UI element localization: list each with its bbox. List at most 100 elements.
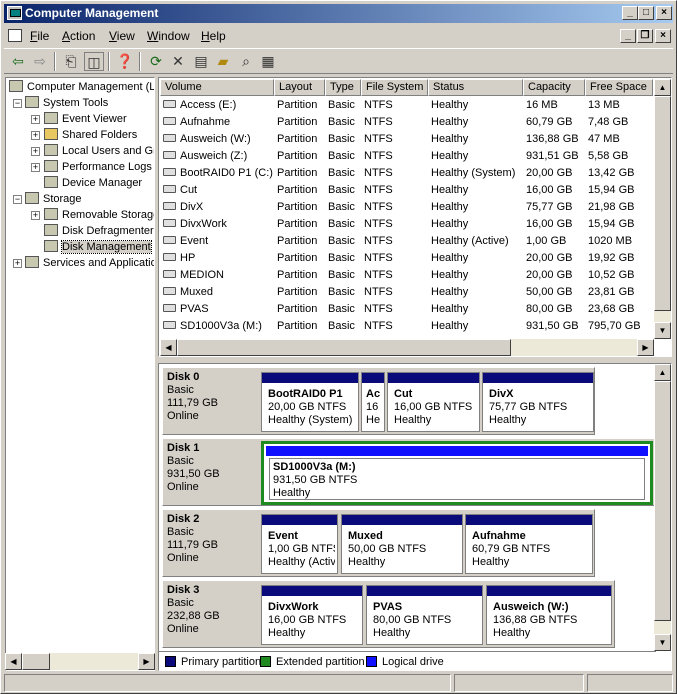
menu-window[interactable]: Window — [147, 29, 190, 43]
partition-divx[interactable]: DivX 75,77 GB NTFS Healthy — [482, 372, 594, 432]
tree-item-event-viewer[interactable]: Event Viewer — [44, 111, 127, 127]
scroll-left-icon[interactable]: ◀ — [160, 339, 177, 356]
menu-view[interactable]: View — [109, 29, 135, 43]
expand-icon[interactable]: + — [31, 131, 40, 140]
tree-item-computer-management[interactable]: Computer Management (Local) — [9, 79, 154, 95]
tree-item-storage[interactable]: Storage — [25, 191, 82, 207]
child-restore-button[interactable]: ❐ — [637, 29, 653, 43]
table-row[interactable]: HP Partition Basic NTFS Healthy 20,00 GB 19,92… — [160, 250, 653, 267]
table-row[interactable]: Cut Partition Basic NTFS Healthy 16,00 GB 15,9… — [160, 182, 653, 199]
tree-item-device-manager[interactable]: Device Manager — [44, 175, 142, 191]
expand-icon[interactable]: + — [31, 115, 40, 124]
column-header-type[interactable]: Type — [325, 79, 361, 96]
partition-aufnahme[interactable]: Aufnahme 60,79 GB NTFS Healthy — [465, 514, 593, 574]
volume-horizontal-scrollbar[interactable]: ◀ ▶ — [160, 339, 654, 356]
search-icon[interactable]: ⌕ — [236, 52, 256, 71]
column-header-free-space[interactable]: Free Space — [585, 79, 653, 96]
column-header-status[interactable]: Status — [428, 79, 523, 96]
tree-item-system-tools[interactable]: System Tools — [25, 95, 108, 111]
scroll-right-icon[interactable]: ▶ — [637, 339, 654, 356]
scroll-down-icon[interactable]: ▼ — [654, 322, 671, 339]
column-header-volume[interactable]: Volume — [160, 79, 274, 96]
table-row[interactable]: Access (E:) Partition Basic NTFS Healthy 16 M… — [160, 97, 653, 114]
table-row[interactable]: Event Partition Basic NTFS Healthy (Active) 1… — [160, 233, 653, 250]
refresh-icon[interactable]: ⟳ — [146, 52, 166, 71]
show-hide-tree-icon[interactable]: ◫ — [84, 52, 104, 71]
partition-access[interactable]: Ac 16 He — [361, 372, 385, 432]
disk-3-label[interactable]: Disk 3 Basic 232,88 GB Online — [167, 584, 220, 636]
table-row[interactable]: BootRAID0 P1 (C:) Partition Basic NTFS Healt… — [160, 165, 653, 182]
disk-1-label[interactable]: Disk 1 Basic 931,50 GB Online — [167, 442, 220, 494]
document-icon[interactable] — [8, 29, 22, 42]
scroll-up-icon[interactable]: ▲ — [654, 79, 671, 96]
partition-event[interactable]: Event1,00 GB NTFSHealthy (Active) — [261, 514, 338, 574]
minimize-button[interactable]: _ — [622, 6, 638, 20]
table-cell: Partition — [277, 218, 318, 230]
table-row[interactable]: Ausweich (Z:) Partition Basic NTFS Healthy 93… — [160, 148, 653, 165]
up-folder-icon[interactable]: ⎗ — [61, 52, 81, 71]
tree-item-disk-management[interactable]: Disk Management — [44, 239, 152, 255]
graph-vertical-scrollbar[interactable]: ▲ ▼ — [654, 364, 671, 651]
table-row[interactable]: DivX Partition Basic NTFS Healthy 75,77 GB 21,… — [160, 199, 653, 216]
expand-icon[interactable]: + — [31, 163, 40, 172]
disk-0-label[interactable]: Disk 0 Basic 111,79 GB Online — [167, 371, 218, 423]
scroll-up-icon[interactable]: ▲ — [654, 364, 671, 381]
table-row[interactable]: DivxWork Partition Basic NTFS Healthy 16,00 G… — [160, 216, 653, 233]
partition-bootraid0[interactable]: BootRAID0 P1 20,00 GB NTFS Healthy (System… — [261, 372, 359, 432]
expand-icon[interactable]: + — [13, 259, 22, 268]
scroll-left-icon[interactable]: ◀ — [5, 653, 22, 670]
list-view-icon[interactable]: ▦ — [258, 52, 278, 71]
column-header-file-system[interactable]: File System — [361, 79, 428, 96]
forward-icon[interactable]: ⇨ — [30, 52, 50, 71]
child-minimize-button[interactable]: _ — [620, 29, 636, 43]
properties-sheet-icon[interactable]: ▤ — [191, 52, 211, 71]
scroll-thumb[interactable] — [177, 339, 511, 356]
menu-help[interactable]: Help — [201, 29, 226, 43]
table-row[interactable]: Muxed Partition Basic NTFS Healthy 50,00 GB 23… — [160, 284, 653, 301]
scroll-down-icon[interactable]: ▼ — [654, 634, 671, 651]
tree-item-services-applications[interactable]: Services and Applications — [25, 255, 154, 271]
collapse-icon[interactable]: − — [13, 99, 22, 108]
partition-sd1000v3a[interactable]: SD1000V3a (M:) 931,50 GB NTFS Healthy — [261, 441, 653, 505]
title-bar[interactable]: Computer Management _ □ × — [4, 4, 673, 23]
scroll-thumb[interactable] — [654, 381, 671, 621]
back-icon[interactable]: ⇦ — [8, 52, 28, 71]
collapse-icon[interactable]: − — [13, 195, 22, 204]
menu-file[interactable]: File — [30, 29, 49, 43]
tree-horizontal-scrollbar[interactable]: ◀ ▶ — [5, 653, 155, 670]
child-close-button[interactable]: × — [655, 29, 671, 43]
table-cell: 931,51 GB — [526, 150, 579, 162]
maximize-button[interactable]: □ — [638, 6, 654, 20]
partition-divxwork[interactable]: DivxWork 16,00 GB NTFS Healthy — [261, 585, 363, 645]
table-row[interactable]: MEDION Partition Basic NTFS Healthy 20,00 GB 1… — [160, 267, 653, 284]
partition-pvas[interactable]: PVAS 80,00 GB NTFS Healthy — [366, 585, 483, 645]
volume-vertical-scrollbar[interactable]: ▲ ▼ — [654, 79, 671, 339]
table-row[interactable]: Aufnahme Partition Basic NTFS Healthy 60,79 G… — [160, 114, 653, 131]
properties-icon[interactable]: ❓ — [115, 52, 135, 71]
scroll-thumb[interactable] — [654, 96, 671, 311]
tree-item-removable-storage[interactable]: Removable Storage — [44, 207, 154, 223]
column-header-capacity[interactable]: Capacity — [523, 79, 585, 96]
tree-item-shared-folders[interactable]: Shared Folders — [44, 127, 137, 143]
expand-icon[interactable]: + — [31, 147, 40, 156]
expand-icon[interactable]: + — [31, 211, 40, 220]
tree-item-disk-defragmenter[interactable]: Disk Defragmenter — [44, 223, 154, 239]
scroll-thumb[interactable] — [22, 653, 50, 670]
disk-2-label[interactable]: Disk 2 Basic 111,79 GB Online — [167, 513, 218, 565]
open-folder-icon[interactable]: ▰ — [213, 52, 233, 71]
table-row[interactable]: Ausweich (W:) Partition Basic NTFS Healthy 13… — [160, 131, 653, 148]
toolbar-separator — [139, 52, 141, 71]
column-header-layout[interactable]: Layout — [274, 79, 325, 96]
scroll-right-icon[interactable]: ▶ — [138, 653, 155, 670]
tree-item-performance-logs[interactable]: Performance Logs and Alerts — [44, 159, 154, 175]
table-row[interactable]: SD1000V3a (M:) Partition Basic NTFS Healthy 9… — [160, 318, 653, 335]
legend-logical: Logical drive — [366, 652, 444, 670]
close-button[interactable]: × — [656, 6, 672, 20]
tree-item-local-users[interactable]: Local Users and Groups — [44, 143, 154, 159]
table-row[interactable]: PVAS Partition Basic NTFS Healthy 80,00 GB 23,… — [160, 301, 653, 318]
menu-action[interactable]: Action — [62, 29, 95, 43]
delete-icon[interactable]: ✕ — [168, 52, 188, 71]
partition-cut[interactable]: Cut 16,00 GB NTFS Healthy — [387, 372, 480, 432]
partition-muxed[interactable]: Muxed 50,00 GB NTFS Healthy — [341, 514, 463, 574]
partition-ausweich-w[interactable]: Ausweich (W:) 136,88 GB NTFS Healthy — [486, 585, 612, 645]
